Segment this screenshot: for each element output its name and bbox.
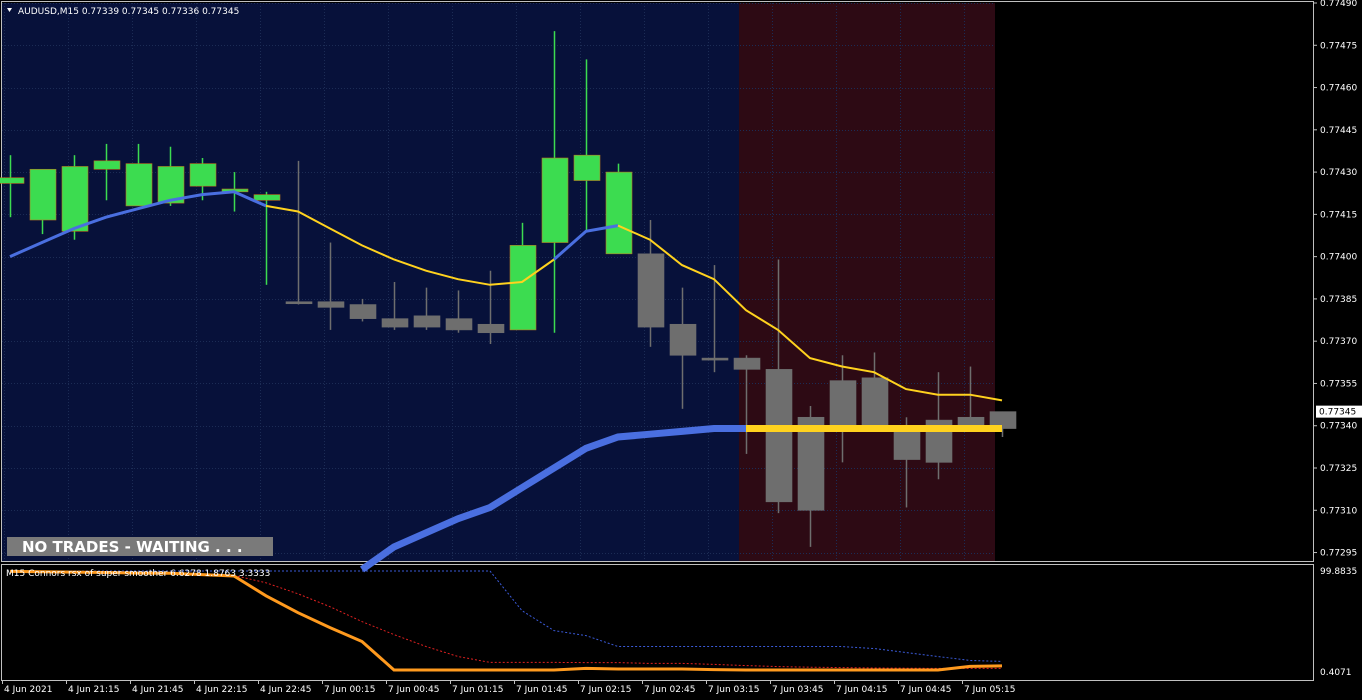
price-tick-label: 0.77295 — [1320, 549, 1357, 559]
price-tick-label: 0.77430 — [1320, 168, 1357, 178]
price-tick-label: 0.77460 — [1320, 84, 1357, 94]
time-tick-label: 4 Jun 21:15 — [68, 685, 119, 695]
candle-body — [381, 318, 409, 328]
candle-body — [829, 380, 857, 427]
candle-body — [669, 323, 697, 356]
indicator-title: M15 Connors rsx of super smoother 6.6278… — [6, 569, 270, 579]
session-background-blue — [2, 3, 739, 561]
current-price-label: 0.77345 — [1319, 408, 1356, 418]
indicator-label-bottom: 0.4071 — [1320, 668, 1352, 678]
candle-body — [509, 245, 537, 331]
chart-title: AUDUSD,M15 0.77339 0.77345 0.77336 0.773… — [18, 7, 239, 17]
price-tick-label: 0.77475 — [1320, 41, 1357, 51]
candle-body — [0, 177, 25, 184]
candle-body — [125, 163, 153, 207]
time-tick-label: 7 Jun 02:15 — [580, 685, 631, 695]
price-tick-label: 0.77325 — [1320, 464, 1357, 474]
candle-body — [573, 154, 601, 181]
time-tick-label: 4 Jun 22:15 — [196, 685, 247, 695]
candle-body — [477, 323, 505, 334]
price-tick-label: 0.77385 — [1320, 295, 1357, 305]
candle-body — [29, 168, 57, 221]
price-tick-label: 0.77445 — [1320, 126, 1357, 136]
time-tick-label: 4 Jun 22:45 — [260, 685, 311, 695]
candle-body — [285, 301, 313, 305]
candle-body — [893, 428, 921, 460]
time-tick-label: 7 Jun 01:15 — [452, 685, 503, 695]
time-tick-label: 7 Jun 01:45 — [516, 685, 567, 695]
time-tick-label: 7 Jun 04:15 — [836, 685, 887, 695]
candle-body — [445, 318, 473, 331]
time-tick-label: 7 Jun 02:45 — [644, 685, 695, 695]
candle-body — [637, 253, 665, 328]
chart-area: 0.77490 0.77475 0.77460 0.77445 0.77430 0.774… — [0, 0, 1362, 700]
price-tick-label: 0.77400 — [1320, 253, 1357, 263]
status-label: NO TRADES - WAITING . . . — [22, 538, 243, 556]
candle-body — [765, 369, 793, 503]
time-tick-label: 7 Jun 00:15 — [324, 685, 375, 695]
indicator-label-top: 99.8835 — [1320, 567, 1357, 577]
time-tick-label: 7 Jun 00:45 — [388, 685, 439, 695]
candle-body — [541, 157, 569, 243]
time-tick-label: 7 Jun 03:15 — [708, 685, 759, 695]
candle-body — [317, 301, 345, 308]
candle-body — [957, 416, 985, 427]
time-tick-label: 7 Jun 05:15 — [964, 685, 1015, 695]
price-tick-label: 0.77490 — [1320, 0, 1357, 9]
price-tick-label: 0.77310 — [1320, 506, 1357, 516]
candle-body — [413, 315, 441, 328]
candle-body — [605, 171, 633, 255]
time-tick-label: 7 Jun 03:45 — [772, 685, 823, 695]
price-tick-label: 0.77340 — [1320, 422, 1357, 432]
candle-body — [93, 160, 121, 170]
price-tick-label: 0.77415 — [1320, 210, 1357, 220]
candle-body — [253, 194, 281, 201]
time-tick-label: 4 Jun 2021 — [4, 685, 52, 695]
time-tick-label: 7 Jun 04:45 — [900, 685, 951, 695]
candle-body — [701, 357, 729, 361]
candle-body — [861, 377, 889, 429]
candle-body — [61, 166, 89, 232]
time-tick-label: 4 Jun 21:45 — [132, 685, 183, 695]
candle-body — [733, 357, 761, 370]
price-tick-label: 0.77370 — [1320, 337, 1357, 347]
price-tick-label: 0.77355 — [1320, 379, 1357, 389]
candle-body — [349, 304, 377, 319]
candle-body — [189, 163, 217, 187]
